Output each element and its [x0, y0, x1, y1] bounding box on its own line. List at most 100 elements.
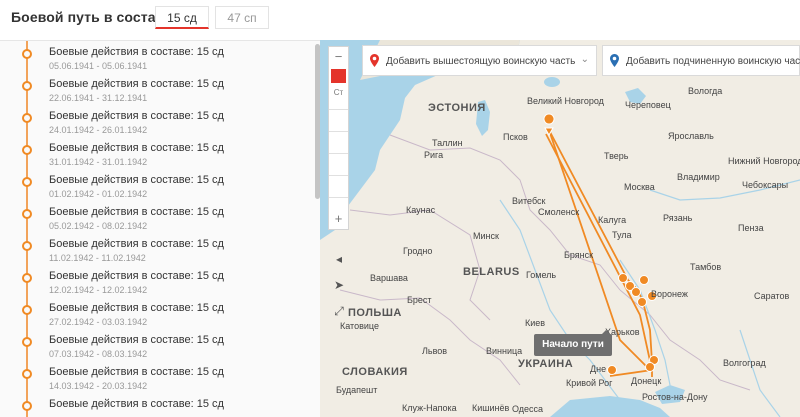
timeline-item-title: Боевые действия в составе: 15 сд	[49, 302, 224, 314]
timeline-item[interactable]: Боевые действия в составе: 15 сд 11.02.1…	[0, 237, 312, 269]
map-label-volgograd: Волгоград	[723, 358, 766, 368]
map-label-lvov: Львов	[422, 346, 448, 356]
map-label-nizhniy-novgorod: Нижний Новгород	[728, 156, 800, 166]
map-label-riga: Рига	[424, 150, 444, 160]
map-label-odessa: Одесса	[512, 404, 544, 414]
fullscreen-icon[interactable]: ⤢	[330, 302, 348, 320]
timeline-item-date: 24.01.1942 - 26.01.1942	[49, 125, 148, 135]
timeline-item[interactable]: Боевые действия в составе: 15 сд 01.02.1…	[0, 173, 312, 205]
map-label-yaroslavl: Ярославль	[668, 131, 714, 141]
timeline-item-date: 14.03.1942 - 20.03.1942	[49, 381, 148, 391]
timeline-item[interactable]: Боевые действия в составе: 15 сд 27.02.1…	[0, 301, 312, 333]
collapse-left-icon[interactable]: ◂	[330, 250, 348, 268]
chevron-down-icon: ⌄	[580, 54, 589, 65]
timeline-item[interactable]: Боевые действия в составе: 15 сд 24.01.1…	[0, 109, 312, 141]
timeline-item-date: 22.06.1941 - 31.12.1941	[49, 93, 148, 103]
timeline-item[interactable]: Боевые действия в составе: 15 сд 31.01.1…	[0, 141, 312, 173]
tab-47-sp[interactable]: 47 сп	[215, 6, 269, 29]
add-subordinate-unit-dropdown[interactable]: Добавить подчиненную воинскую часть	[602, 45, 800, 76]
timeline-item[interactable]: Боевые действия в составе: 15 сд	[0, 397, 312, 417]
timeline-dot-icon	[22, 369, 32, 379]
route-marker-icon[interactable]	[631, 287, 641, 297]
add-superior-unit-label: Добавить вышестоящую воинскую часть	[386, 56, 576, 67]
map-label-estonia: ЭСТОНИЯ	[428, 102, 486, 114]
river-volga-lower	[739, 329, 781, 417]
map-label-krivoy-rog: Кривой Рог	[566, 378, 613, 388]
map-label-ryazan: Рязань	[663, 213, 693, 223]
timeline-item[interactable]: Боевые действия в составе: 15 сд 05.02.1…	[0, 205, 312, 237]
map-label-vitebsk: Витебск	[512, 196, 546, 206]
map-label-katovice: Катовице	[340, 321, 379, 331]
timeline-dot-icon	[22, 145, 32, 155]
map-label-kiev: Киев	[525, 318, 546, 328]
map-label-cherepovets: Череповец	[625, 100, 671, 110]
map-label-gomel: Гомель	[526, 270, 557, 280]
timeline-item-date: 11.02.1942 - 11.02.1942	[49, 253, 146, 263]
timeline-dot-icon	[22, 209, 32, 219]
map-label-kishinev: Кишинёв	[472, 403, 510, 413]
zoom-divider	[329, 131, 348, 132]
header-title: Боевой путь в составе:	[11, 9, 177, 25]
timeline-sidebar: Боевые действия в составе: 15 сд 05.06.1…	[0, 40, 320, 417]
map-label-vinnitsa: Винница	[486, 346, 523, 356]
timeline-item[interactable]: Боевые действия в составе: 15 сд 05.06.1…	[0, 45, 312, 77]
map-label-budapesht: Будапешт	[336, 385, 378, 395]
map-label-vladimir: Владимир	[677, 172, 720, 182]
timeline-item-title: Боевые действия в составе: 15 сд	[49, 206, 224, 218]
timeline-item[interactable]: Боевые действия в составе: 15 сд 07.03.1…	[0, 333, 312, 365]
timeline-item-title: Боевые действия в составе: 15 сд	[49, 78, 224, 90]
route-marker-icon[interactable]	[637, 297, 647, 307]
timeline-item[interactable]: Боевые действия в составе: 15 сд 14.03.1…	[0, 365, 312, 397]
map-label-kaluga: Калуга	[598, 215, 627, 225]
zoom-divider	[329, 109, 348, 110]
route-marker-icon[interactable]	[618, 273, 628, 283]
zoom-out-button[interactable]: −	[329, 47, 348, 67]
timeline-item-title: Боевые действия в составе: 15 сд	[49, 110, 224, 122]
route-marker-icon[interactable]	[607, 365, 617, 375]
add-superior-unit-dropdown[interactable]: Добавить вышестоящую воинскую часть ⌄	[362, 45, 597, 76]
map-label-ukraina: УКРАИНА	[518, 358, 574, 370]
map-label-tula: Тула	[612, 230, 632, 240]
map-label-penza: Пенза	[738, 223, 764, 233]
zoom-divider	[329, 175, 348, 176]
map-label-tver: Тверь	[604, 151, 629, 161]
route-marker-icon[interactable]	[639, 275, 649, 285]
map-label-moskva: Москва	[624, 182, 655, 192]
map-label-pskov: Псков	[503, 132, 528, 142]
map-label-klui-napoka: Клуж-Напока	[402, 403, 457, 413]
navigate-arrow-icon[interactable]: ➤	[330, 276, 348, 294]
timeline-item-date: 27.02.1942 - 03.03.1942	[49, 317, 148, 327]
timeline-dot-icon	[22, 401, 32, 411]
timeline-item[interactable]: Боевые действия в составе: 15 сд 22.06.1…	[0, 77, 312, 109]
add-subordinate-unit-label: Добавить подчиненную воинскую часть	[626, 56, 800, 67]
map-label-polsha: ПОЛЬША	[348, 307, 402, 319]
map-canvas[interactable]: Таллин ЭСТОНИЯ Великий Новгород Черепове…	[320, 40, 800, 417]
map-label-smolensk: Смоленск	[538, 207, 580, 217]
timeline-item-date: 05.06.1941 - 05.06.1941	[49, 61, 148, 71]
zoom-divider	[329, 153, 348, 154]
map-label-minsk: Минск	[473, 231, 499, 241]
map-label-brest: Брест	[407, 295, 432, 305]
timeline-dot-icon	[22, 81, 32, 91]
timeline-item[interactable]: Боевые действия в составе: 15 сд 12.02.1…	[0, 269, 312, 301]
layer-label[interactable]: Ст	[329, 83, 348, 103]
route-marker-icon[interactable]	[645, 362, 655, 372]
timeline-item-title: Боевые действия в составе: 15 сд	[49, 398, 224, 410]
route-marker-icon[interactable]	[543, 113, 555, 137]
tab-15-sd[interactable]: 15 сд	[155, 6, 209, 29]
timeline-item-date: 05.02.1942 - 08.02.1942	[49, 221, 148, 231]
map-label-dnepr: Дне	[590, 364, 607, 374]
timeline-dot-icon	[22, 305, 32, 315]
timeline-dot-icon	[22, 273, 32, 283]
timeline-dot-icon	[22, 49, 32, 59]
timeline-dot-icon	[22, 177, 32, 187]
zoom-level-indicator[interactable]	[331, 69, 346, 83]
timeline-item-title: Боевые действия в составе: 15 сд	[49, 174, 224, 186]
timeline-item-title: Боевые действия в составе: 15 сд	[49, 238, 224, 250]
map-label-grodno: Гродно	[403, 246, 433, 256]
map-label-rostov: Ростов-на-Дону	[642, 392, 708, 402]
map-label-varshava: Варшава	[370, 273, 408, 283]
map-label-tallinn: Таллин	[432, 138, 463, 148]
map-label-donetsk: Донецк	[631, 376, 662, 386]
zoom-in-button[interactable]: +	[329, 209, 348, 229]
